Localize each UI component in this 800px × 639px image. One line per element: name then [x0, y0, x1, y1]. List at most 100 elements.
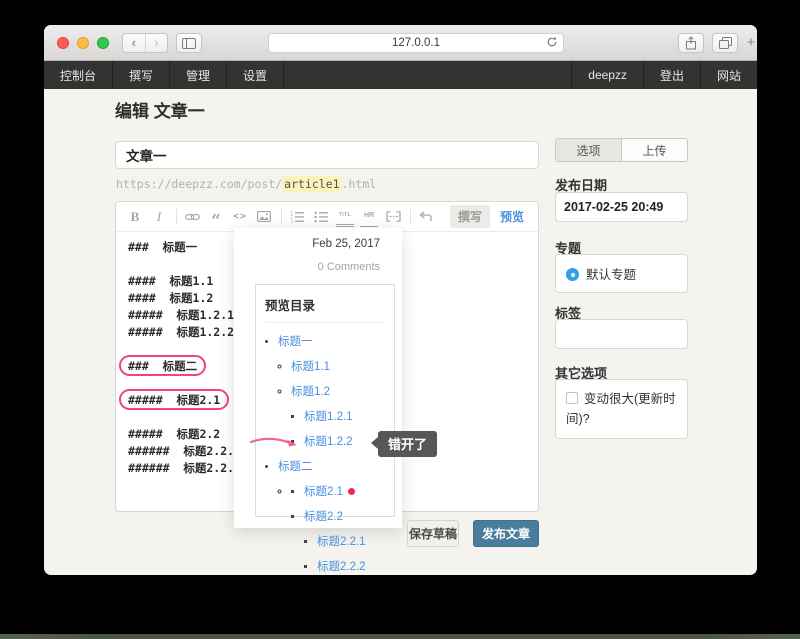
tab-upload[interactable]: 上传: [622, 138, 688, 162]
reload-icon[interactable]: [546, 36, 558, 48]
toolbar-divider: [281, 209, 282, 224]
tags-input[interactable]: [555, 319, 688, 349]
toolbar-divider: [176, 209, 177, 224]
permalink-suffix: .html: [342, 177, 377, 191]
permalink: https://deepzz.com/post/article1.html: [116, 177, 376, 191]
tabs-overview-icon: [719, 37, 732, 49]
page-break-icon: [386, 211, 401, 222]
toc-link[interactable]: 标题1.2: [291, 386, 330, 398]
blockquote-button[interactable]: “: [207, 207, 225, 227]
show-all-tabs-button[interactable]: [712, 33, 738, 53]
sidebar-icon: [182, 38, 196, 49]
preview-popup: Feb 25, 2017 0 Comments 预览目录 标题一 标题1.1 标…: [234, 228, 402, 528]
history-nav-group: ‹ ›: [122, 33, 168, 53]
close-window-button[interactable]: [57, 37, 69, 49]
tab-write[interactable]: 撰写: [450, 205, 490, 228]
permalink-prefix: https://deepzz.com/post/: [116, 177, 282, 191]
toc-item-misaligned: 标题2.1: [304, 483, 394, 499]
toc-item-empty-level: 标题2.1 标题2.2 标题2.2.1 标题2.2.2: [291, 483, 394, 574]
toc-link[interactable]: 标题一: [278, 336, 313, 348]
radio-selected-icon[interactable]: [566, 268, 579, 281]
toc-link[interactable]: 标题2.2.2: [317, 561, 366, 573]
toc-link[interactable]: 标题二: [278, 461, 313, 473]
toc-link[interactable]: 标题1.2.2: [304, 436, 353, 448]
toc-link[interactable]: 标题2.2.1: [317, 536, 366, 548]
forward-button[interactable]: ›: [145, 34, 168, 52]
annotation-arrow: [249, 435, 305, 453]
publish-date-input[interactable]: [555, 192, 688, 222]
toc-link[interactable]: 标题2.2: [304, 511, 343, 523]
heading-button[interactable]: TITL: [336, 207, 354, 227]
post-date: Feb 25, 2017: [312, 238, 380, 250]
browser-titlebar: ‹ › 127.0.0.1 +: [44, 25, 757, 61]
link-icon: [185, 212, 200, 222]
italic-button[interactable]: I: [150, 207, 168, 227]
image-icon: [257, 211, 271, 222]
toc-link[interactable]: 标题1.2.1: [304, 411, 353, 423]
nav-item-console[interactable]: 控制台: [44, 61, 113, 89]
undo-icon: [419, 211, 433, 222]
tab-preview[interactable]: 预览: [500, 208, 524, 225]
permalink-slug: article1: [282, 176, 341, 192]
browser-window: ‹ › 127.0.0.1 + 控制台 撰写: [44, 25, 757, 575]
nav-item-write[interactable]: 撰写: [113, 61, 170, 89]
error-dot: [348, 488, 355, 495]
toc-item: 标题二 标题2.1 标题2.2 标题2.2.1 标题2.2.2: [278, 458, 394, 574]
share-icon: [685, 36, 697, 50]
checkbox-unchecked-icon[interactable]: [566, 392, 578, 404]
share-button[interactable]: [678, 33, 704, 53]
page-break-button[interactable]: [384, 207, 402, 227]
toc-item: 标题2.2 标题2.2.1 标题2.2.2: [304, 508, 394, 574]
toc-link[interactable]: 标题1.1: [291, 361, 330, 373]
undo-button[interactable]: [417, 207, 435, 227]
topic-option-label[interactable]: 默认专题: [586, 268, 636, 282]
ordered-list-button[interactable]: 123: [288, 207, 306, 227]
other-options-box: 变动很大(更新时间)?: [555, 379, 688, 439]
page-title: 编辑 文章一: [115, 97, 205, 122]
toc-item: 标题2.2.2: [317, 558, 394, 574]
sidebar-toggle-button[interactable]: [176, 33, 202, 53]
toc-item: 标题1.1: [291, 358, 394, 374]
nav-item-site[interactable]: 网站: [700, 61, 757, 89]
nav-spacer: [284, 61, 571, 89]
unordered-list-icon: [314, 211, 328, 223]
ordered-list-icon: 123: [290, 211, 304, 223]
code-button[interactable]: <>: [231, 207, 249, 227]
unordered-list-button[interactable]: [312, 207, 330, 227]
nav-item-settings[interactable]: 设置: [227, 61, 284, 89]
sidebar-tabs: 选项 上传: [555, 138, 688, 162]
image-button[interactable]: [255, 207, 273, 227]
link-button[interactable]: [183, 207, 201, 227]
bold-button[interactable]: B: [126, 207, 144, 227]
annotation-tooltip: 错开了: [378, 431, 437, 457]
nav-item-manage[interactable]: 管理: [170, 61, 227, 89]
svg-text:3: 3: [291, 218, 294, 222]
minimize-window-button[interactable]: [77, 37, 89, 49]
publish-button[interactable]: 发布文章: [473, 520, 539, 547]
comments-count: 0 Comments: [318, 261, 380, 273]
new-tab-button[interactable]: +: [742, 33, 757, 53]
zoom-window-button[interactable]: [97, 37, 109, 49]
toc-list: 标题一 标题1.1 标题1.2 标题1.2.1 标题1.2.2 标题二: [265, 333, 394, 574]
toc-item: 标题2.2.1: [317, 533, 394, 549]
checkbox-label[interactable]: 变动很大(更新时间)?: [566, 392, 676, 426]
article-title-input[interactable]: [115, 141, 539, 169]
nav-item-logout[interactable]: 登出: [643, 61, 700, 89]
back-button[interactable]: ‹: [123, 34, 145, 52]
desktop-background: ‹ › 127.0.0.1 + 控制台 撰写: [0, 0, 800, 639]
toc-title: 预览目录: [265, 295, 385, 323]
toc-item: 标题一 标题1.1 标题1.2 标题1.2.1 标题1.2.2: [278, 333, 394, 449]
toc-link[interactable]: 标题2.1: [304, 486, 343, 498]
toc-panel: 预览目录 标题一 标题1.1 标题1.2 标题1.2.1 标题1.2.2: [255, 284, 395, 517]
horizontal-rule-button[interactable]: HR: [360, 207, 378, 227]
admin-navbar: 控制台 撰写 管理 设置 deepzz 登出 网站: [44, 61, 757, 89]
address-bar[interactable]: 127.0.0.1: [268, 33, 564, 53]
url-text: 127.0.0.1: [392, 37, 440, 49]
save-draft-button[interactable]: 保存草稿: [407, 520, 459, 547]
tab-options[interactable]: 选项: [555, 138, 622, 162]
toolbar-divider: [410, 209, 411, 224]
topic-box: 默认专题: [555, 254, 688, 293]
nav-item-username[interactable]: deepzz: [571, 61, 643, 89]
desktop-edge: [0, 634, 800, 639]
toc-item: 标题1.2.1: [304, 408, 394, 424]
